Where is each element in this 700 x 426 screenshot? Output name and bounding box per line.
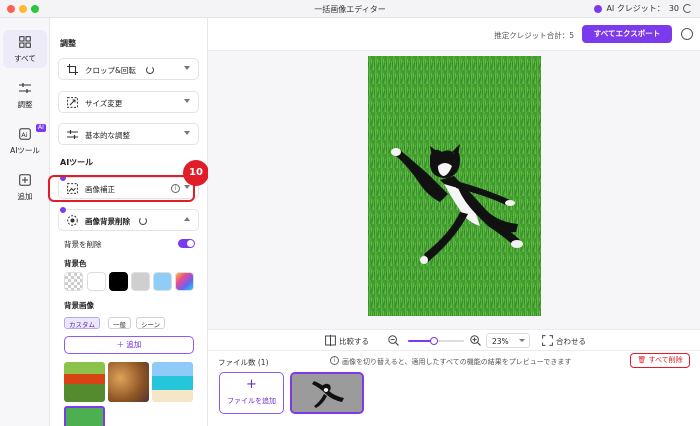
credit-icon xyxy=(594,4,603,13)
chevron-down-icon xyxy=(184,66,190,70)
bg-thumb-tropical-sea[interactable] xyxy=(152,362,193,402)
grid-icon xyxy=(19,36,31,48)
sliders-icon xyxy=(19,83,31,93)
top-bar: 推定クレジット合計：5 すべてエクスポート xyxy=(208,18,700,51)
reset-icon[interactable] xyxy=(146,66,154,74)
swatch-gradient[interactable] xyxy=(175,272,194,291)
chevron-up-icon xyxy=(184,217,190,221)
preview-image xyxy=(368,56,541,316)
estimate-credits: 推定クレジット合計：5 xyxy=(494,30,574,41)
nav-label-ai-tools: AIツール xyxy=(10,146,40,155)
info-icon: i xyxy=(330,356,339,365)
tool-panel: 調整 クロップ&回転 サイズ変更 基本的な調整 AIツール 画像補正 i 画像背… xyxy=(50,18,208,426)
ai-credits: AI クレジット： 30 xyxy=(594,3,692,14)
swatch-black[interactable] xyxy=(109,272,128,291)
preview-hint: 画像を切り替えると、適用したすべての機能の結果をプレビューできます xyxy=(342,358,572,366)
resize-icon xyxy=(67,97,78,108)
zoom-in-icon[interactable] xyxy=(470,335,481,346)
add-file-button[interactable]: + ファイルを追加 xyxy=(219,372,284,414)
bg-thumb-poppy-field[interactable] xyxy=(64,362,105,402)
nav-label-add: 追加 xyxy=(17,192,33,201)
nav-label-adjust: 調整 xyxy=(17,100,33,109)
fit-icon[interactable] xyxy=(542,335,553,346)
nav-item-add[interactable]: 追加 xyxy=(3,168,47,206)
file-count: ファイル数 (1) xyxy=(218,358,269,367)
tab-general[interactable]: 一般 xyxy=(108,317,131,329)
file-thumbnail[interactable] xyxy=(290,372,364,414)
cat-thumbnail-image xyxy=(292,374,362,412)
ai-badge: AI xyxy=(36,124,46,132)
add-square-icon xyxy=(19,174,31,186)
compare-label[interactable]: 比較する xyxy=(339,336,369,347)
bg-image-label: 背景画像 xyxy=(64,301,94,310)
nav-item-ai-tools[interactable]: Ai AI AIツール xyxy=(3,122,47,160)
adjust-section-title: 調整 xyxy=(60,39,76,48)
ai-tools-section-title: AIツール xyxy=(60,158,94,167)
bg-remove-row[interactable]: 画像背景削除 xyxy=(58,209,199,231)
remove-bg-label: 背景を削除 xyxy=(64,240,102,249)
trash-icon: 🗑 xyxy=(637,356,649,364)
svg-text:Ai: Ai xyxy=(21,131,27,139)
chevron-down-icon xyxy=(519,339,525,342)
tab-custom[interactable]: カスタム xyxy=(64,317,100,329)
zoom-level-value: 23% xyxy=(492,337,509,346)
reset-icon[interactable] xyxy=(139,217,147,225)
compare-icon[interactable] xyxy=(325,335,336,346)
add-file-label: ファイルを追加 xyxy=(227,397,276,405)
chevron-down-icon xyxy=(184,99,190,103)
nav-item-all[interactable]: すべて xyxy=(3,30,47,68)
chevron-down-icon xyxy=(184,131,190,135)
canvas-area xyxy=(208,51,700,329)
bg-thumb-green-grass[interactable] xyxy=(64,406,105,426)
settings-icon[interactable] xyxy=(681,28,693,40)
left-nav: すべて 調整 Ai AI AIツール 追加 xyxy=(0,18,50,426)
crop-rotate-label: クロップ&回転 xyxy=(85,66,136,75)
resize-label: サイズ変更 xyxy=(85,99,123,108)
zoom-bar: 比較する 23% 合わせる xyxy=(208,329,700,351)
enhance-highlight-frame xyxy=(48,175,195,202)
delete-all-label: すべて削除 xyxy=(648,356,683,364)
refresh-credits-icon[interactable] xyxy=(683,4,692,13)
title-bar: 一括画像エディター AI クレジット： 30 xyxy=(0,0,700,18)
basic-adjust-row[interactable]: 基本的な調整 xyxy=(58,123,199,145)
resize-row[interactable]: サイズ変更 xyxy=(58,91,199,113)
cat-on-grass-image xyxy=(368,56,541,316)
crop-icon xyxy=(67,64,78,75)
sliders-icon xyxy=(67,130,78,139)
bg-color-label: 背景色 xyxy=(64,259,87,268)
estimate-label: 推定クレジット合計： xyxy=(494,31,570,40)
main-area: 推定クレジット合計：5 すべてエクスポート 比較する 23% 合わせる ファイル… xyxy=(208,18,700,426)
zoom-slider[interactable] xyxy=(408,337,464,345)
zoom-out-icon[interactable] xyxy=(388,335,399,346)
credits-value: 30 xyxy=(668,4,679,13)
tab-scene[interactable]: シーン xyxy=(136,317,166,329)
bg-remove-label: 画像背景削除 xyxy=(85,217,130,226)
crop-rotate-row[interactable]: クロップ&回転 xyxy=(58,58,199,80)
zoom-level-select[interactable]: 23% xyxy=(486,333,530,348)
bg-thumb-autumn-leaves[interactable] xyxy=(108,362,149,402)
estimate-value: 5 xyxy=(569,31,574,40)
fit-label[interactable]: 合わせる xyxy=(556,336,586,347)
delete-all-button[interactable]: 🗑 すべて削除 xyxy=(630,353,690,368)
plus-icon: + xyxy=(246,377,257,392)
nav-label-all: すべて xyxy=(14,54,36,63)
file-bar: ファイル数 (1) i 画像を切り替えると、適用したすべての機能の結果をプレビュ… xyxy=(208,351,700,426)
swatch-light-blue[interactable] xyxy=(153,272,172,291)
zoom-slider-knob[interactable] xyxy=(430,337,438,345)
credits-label: AI クレジット： xyxy=(606,4,665,13)
swatch-gray[interactable] xyxy=(131,272,150,291)
ai-tools-icon: Ai xyxy=(19,128,31,140)
basic-adjust-label: 基本的な調整 xyxy=(85,131,130,140)
remove-bg-toggle[interactable] xyxy=(178,239,195,248)
step-badge: 10 xyxy=(183,160,209,186)
ai-dot-icon xyxy=(59,206,67,214)
export-all-button[interactable]: すべてエクスポート xyxy=(582,25,672,43)
bg-remove-icon xyxy=(67,215,78,226)
nav-item-adjust[interactable]: 調整 xyxy=(3,76,47,114)
swatch-white[interactable] xyxy=(87,272,106,291)
add-bg-image-button[interactable]: ＋ 追加 xyxy=(64,336,194,354)
swatch-transparent[interactable] xyxy=(64,272,83,291)
